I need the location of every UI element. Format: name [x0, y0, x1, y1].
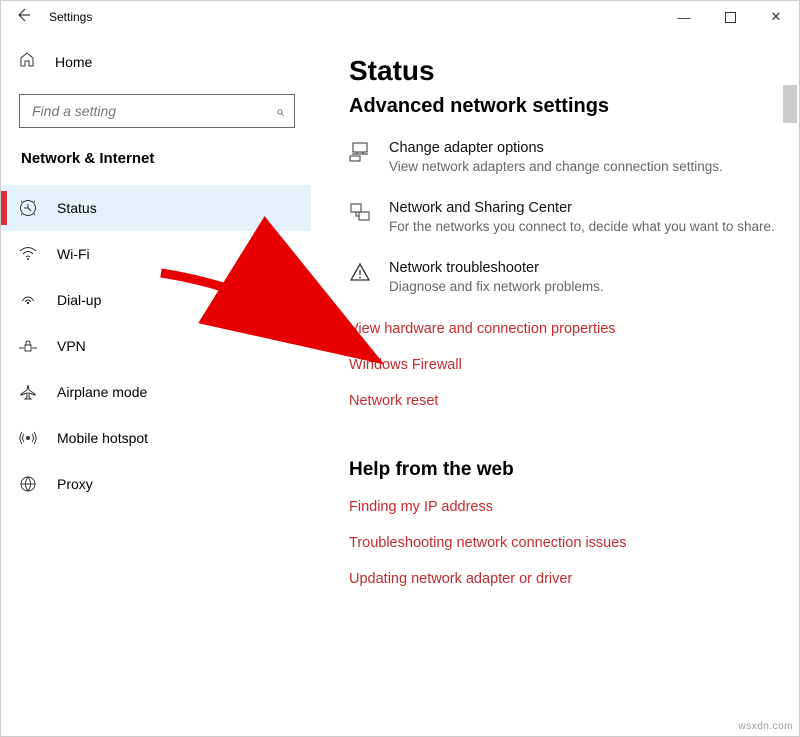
adapter-icon [349, 140, 371, 167]
close-button[interactable]: ✕ [753, 1, 799, 33]
home-label: Home [55, 54, 92, 70]
titlebar: Settings — ✕ [1, 1, 799, 33]
home-icon [19, 51, 35, 72]
setting-desc: For the networks you connect to, decide … [389, 218, 781, 236]
nav-label: Airplane mode [57, 384, 147, 400]
nav-label: Wi-Fi [57, 246, 90, 262]
nav-item-airplane[interactable]: Airplane mode [1, 369, 311, 415]
nav-label: VPN [57, 338, 86, 354]
page-title: Status [349, 55, 781, 87]
setting-title: Network and Sharing Center [389, 200, 781, 216]
search-box[interactable]: ⌕ [19, 94, 295, 128]
nav-label: Mobile hotspot [57, 430, 148, 446]
nav-item-dialup[interactable]: Dial-up [1, 277, 311, 323]
airplane-icon [19, 384, 37, 400]
nav-label: Proxy [57, 476, 93, 492]
minimize-button[interactable]: — [661, 1, 707, 33]
window-title: Settings [49, 10, 92, 24]
warning-icon [349, 260, 371, 287]
scrollbar[interactable] [783, 85, 797, 123]
nav-item-wifi[interactable]: Wi-Fi [1, 231, 311, 277]
sharing-icon [349, 200, 371, 227]
setting-adapter-options[interactable]: Change adapter options View network adap… [349, 140, 781, 176]
nav-item-status[interactable]: Status [1, 185, 311, 231]
search-icon: ⌕ [276, 103, 284, 120]
back-icon[interactable] [15, 7, 31, 28]
maximize-button[interactable] [707, 1, 753, 33]
help-heading: Help from the web [349, 459, 781, 481]
setting-title: Change adapter options [389, 140, 781, 156]
help-link-ip[interactable]: Finding my IP address [349, 499, 781, 515]
nav-item-proxy[interactable]: Proxy [1, 461, 311, 507]
home-button[interactable]: Home [1, 41, 311, 82]
help-link-troubleshoot[interactable]: Troubleshooting network connection issue… [349, 535, 781, 551]
search-input[interactable] [30, 102, 276, 120]
vpn-icon [19, 339, 37, 353]
section-heading: Advanced network settings [349, 95, 781, 118]
link-windows-firewall[interactable]: Windows Firewall [349, 357, 781, 373]
watermark: wsxdn.com [738, 721, 793, 732]
nav-label: Dial-up [57, 292, 101, 308]
nav-item-vpn[interactable]: VPN [1, 323, 311, 369]
main-pane: Status Advanced network settings Change … [311, 33, 799, 736]
setting-title: Network troubleshooter [389, 260, 781, 276]
nav-item-hotspot[interactable]: Mobile hotspot [1, 415, 311, 461]
sidebar: Home ⌕ Network & Internet Status Wi-Fi [1, 33, 311, 736]
status-icon [19, 199, 37, 217]
proxy-icon [19, 476, 37, 492]
section-title: Network & Internet [1, 150, 311, 185]
help-link-driver[interactable]: Updating network adapter or driver [349, 571, 781, 587]
nav-label: Status [57, 200, 97, 216]
link-hardware-properties[interactable]: View hardware and connection properties [349, 321, 781, 337]
setting-troubleshooter[interactable]: Network troubleshooter Diagnose and fix … [349, 260, 781, 296]
setting-desc: Diagnose and fix network problems. [389, 278, 781, 296]
dialup-icon [19, 293, 37, 307]
setting-sharing-center[interactable]: Network and Sharing Center For the netwo… [349, 200, 781, 236]
link-network-reset[interactable]: Network reset [349, 393, 781, 409]
wifi-icon [19, 247, 37, 261]
hotspot-icon [19, 430, 37, 446]
setting-desc: View network adapters and change connect… [389, 158, 781, 176]
